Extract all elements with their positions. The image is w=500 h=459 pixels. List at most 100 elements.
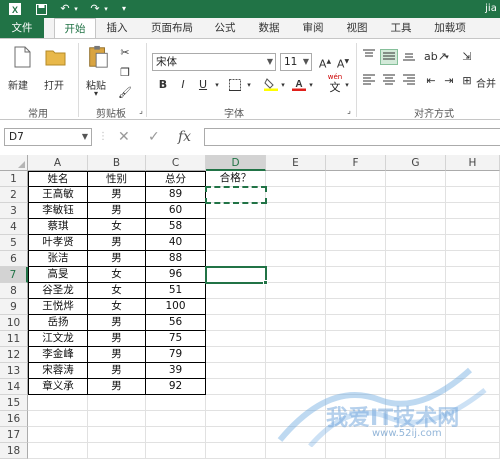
- cell-b9[interactable]: 女: [88, 299, 146, 315]
- cell-a7[interactable]: 高旻: [28, 267, 88, 283]
- cell-f10[interactable]: [326, 315, 386, 331]
- tab-home[interactable]: 开始: [54, 18, 96, 38]
- row-header-4[interactable]: 4: [0, 219, 28, 235]
- cell-a17[interactable]: [28, 427, 88, 443]
- tab-addins[interactable]: 加载项: [428, 18, 472, 38]
- cell-h11[interactable]: [446, 331, 500, 347]
- row-header-6[interactable]: 6: [0, 251, 28, 267]
- insert-function-icon[interactable]: fx: [178, 128, 191, 146]
- row-header-14[interactable]: 14: [0, 379, 28, 395]
- redo-dropdown-icon[interactable]: ▾: [102, 1, 110, 17]
- wrap-text-icon[interactable]: ⇲: [458, 49, 476, 65]
- cell-b11[interactable]: 男: [88, 331, 146, 347]
- cell-c10[interactable]: 56: [146, 315, 206, 331]
- phonetic-dropdown-icon[interactable]: ▾: [342, 77, 352, 93]
- column-header-c[interactable]: C: [146, 155, 206, 171]
- cancel-icon[interactable]: ✕: [118, 128, 130, 146]
- cell-a9[interactable]: 王悦烨: [28, 299, 88, 315]
- cell-e1[interactable]: [266, 171, 326, 187]
- cell-c3[interactable]: 60: [146, 203, 206, 219]
- copy-icon[interactable]: ❐: [116, 65, 134, 81]
- bold-icon[interactable]: B: [154, 77, 172, 93]
- cell-d16[interactable]: [206, 411, 266, 427]
- cell-b5[interactable]: 男: [88, 235, 146, 251]
- cell-d10[interactable]: [206, 315, 266, 331]
- font-color-dropdown-icon[interactable]: ▾: [306, 77, 316, 93]
- cell-f9[interactable]: [326, 299, 386, 315]
- align-center-icon[interactable]: [380, 73, 398, 89]
- cell-b6[interactable]: 男: [88, 251, 146, 267]
- cell-h4[interactable]: [446, 219, 500, 235]
- cell-c7[interactable]: 96: [146, 267, 206, 283]
- align-bottom-icon[interactable]: [400, 49, 418, 65]
- tab-page-layout[interactable]: 页面布局: [144, 18, 200, 38]
- cell-g3[interactable]: [386, 203, 446, 219]
- row-header-8[interactable]: 8: [0, 283, 28, 299]
- column-header-g[interactable]: G: [386, 155, 446, 171]
- cell-b10[interactable]: 男: [88, 315, 146, 331]
- cell-f11[interactable]: [326, 331, 386, 347]
- cell-b13[interactable]: 男: [88, 363, 146, 379]
- orientation-icon[interactable]: ab↗: [424, 49, 447, 65]
- cell-d4[interactable]: [206, 219, 266, 235]
- cell-a8[interactable]: 谷圣龙: [28, 283, 88, 299]
- cell-h5[interactable]: [446, 235, 500, 251]
- cell-f6[interactable]: [326, 251, 386, 267]
- tab-view[interactable]: 视图: [340, 18, 374, 38]
- row-header-17[interactable]: 17: [0, 427, 28, 443]
- decrease-font-size-icon[interactable]: A▼: [334, 54, 352, 71]
- cell-g9[interactable]: [386, 299, 446, 315]
- cell-a2[interactable]: 王高敏: [28, 187, 88, 203]
- cell-e10[interactable]: [266, 315, 326, 331]
- cell-c9[interactable]: 100: [146, 299, 206, 315]
- clipboard-launcher-icon[interactable]: ⌟: [132, 103, 150, 119]
- cell-b1[interactable]: 性别: [88, 171, 146, 187]
- borders-dropdown-icon[interactable]: ▾: [244, 77, 254, 93]
- cell-c11[interactable]: 75: [146, 331, 206, 347]
- row-header-18[interactable]: 18: [0, 443, 28, 459]
- cell-f4[interactable]: [326, 219, 386, 235]
- align-middle-icon[interactable]: [380, 49, 398, 65]
- cell-h3[interactable]: [446, 203, 500, 219]
- cell-d13[interactable]: [206, 363, 266, 379]
- row-header-13[interactable]: 13: [0, 363, 28, 379]
- cell-e3[interactable]: [266, 203, 326, 219]
- cell-h8[interactable]: [446, 283, 500, 299]
- cell-d1[interactable]: 合格？: [206, 171, 266, 187]
- format-painter-icon[interactable]: 🖌: [116, 85, 134, 101]
- column-header-f[interactable]: F: [326, 155, 386, 171]
- cell-c12[interactable]: 79: [146, 347, 206, 363]
- cell-c4[interactable]: 58: [146, 219, 206, 235]
- cell-c16[interactable]: [146, 411, 206, 427]
- cell-f1[interactable]: [326, 171, 386, 187]
- cell-a3[interactable]: 李敏钰: [28, 203, 88, 219]
- cell-e11[interactable]: [266, 331, 326, 347]
- customize-toolbar-icon[interactable]: ▾: [118, 1, 130, 17]
- cell-b8[interactable]: 女: [88, 283, 146, 299]
- open-button[interactable]: 打开: [40, 43, 70, 93]
- cell-a11[interactable]: 江文龙: [28, 331, 88, 347]
- align-left-icon[interactable]: [360, 73, 378, 89]
- cell-a16[interactable]: [28, 411, 88, 427]
- cell-d18[interactable]: [206, 443, 266, 459]
- tab-insert[interactable]: 插入: [100, 18, 134, 38]
- cell-c14[interactable]: 92: [146, 379, 206, 395]
- cell-f3[interactable]: [326, 203, 386, 219]
- account-name[interactable]: jia: [482, 1, 500, 17]
- cell-c1[interactable]: 总分: [146, 171, 206, 187]
- row-header-3[interactable]: 3: [0, 203, 28, 219]
- paste-button[interactable]: 粘贴 ▾: [84, 43, 112, 99]
- tab-formulas[interactable]: 公式: [208, 18, 242, 38]
- cell-d12[interactable]: [206, 347, 266, 363]
- cell-d15[interactable]: [206, 395, 266, 411]
- paste-dropdown-icon[interactable]: ▾: [94, 89, 98, 98]
- tab-tools[interactable]: 工具: [384, 18, 418, 38]
- orientation-dropdown-icon[interactable]: ▾: [442, 49, 452, 65]
- row-header-11[interactable]: 11: [0, 331, 28, 347]
- row-header-9[interactable]: 9: [0, 299, 28, 315]
- underline-icon[interactable]: U: [194, 77, 212, 93]
- column-header-b[interactable]: B: [88, 155, 146, 171]
- cell-g4[interactable]: [386, 219, 446, 235]
- cell-c17[interactable]: [146, 427, 206, 443]
- cell-g2[interactable]: [386, 187, 446, 203]
